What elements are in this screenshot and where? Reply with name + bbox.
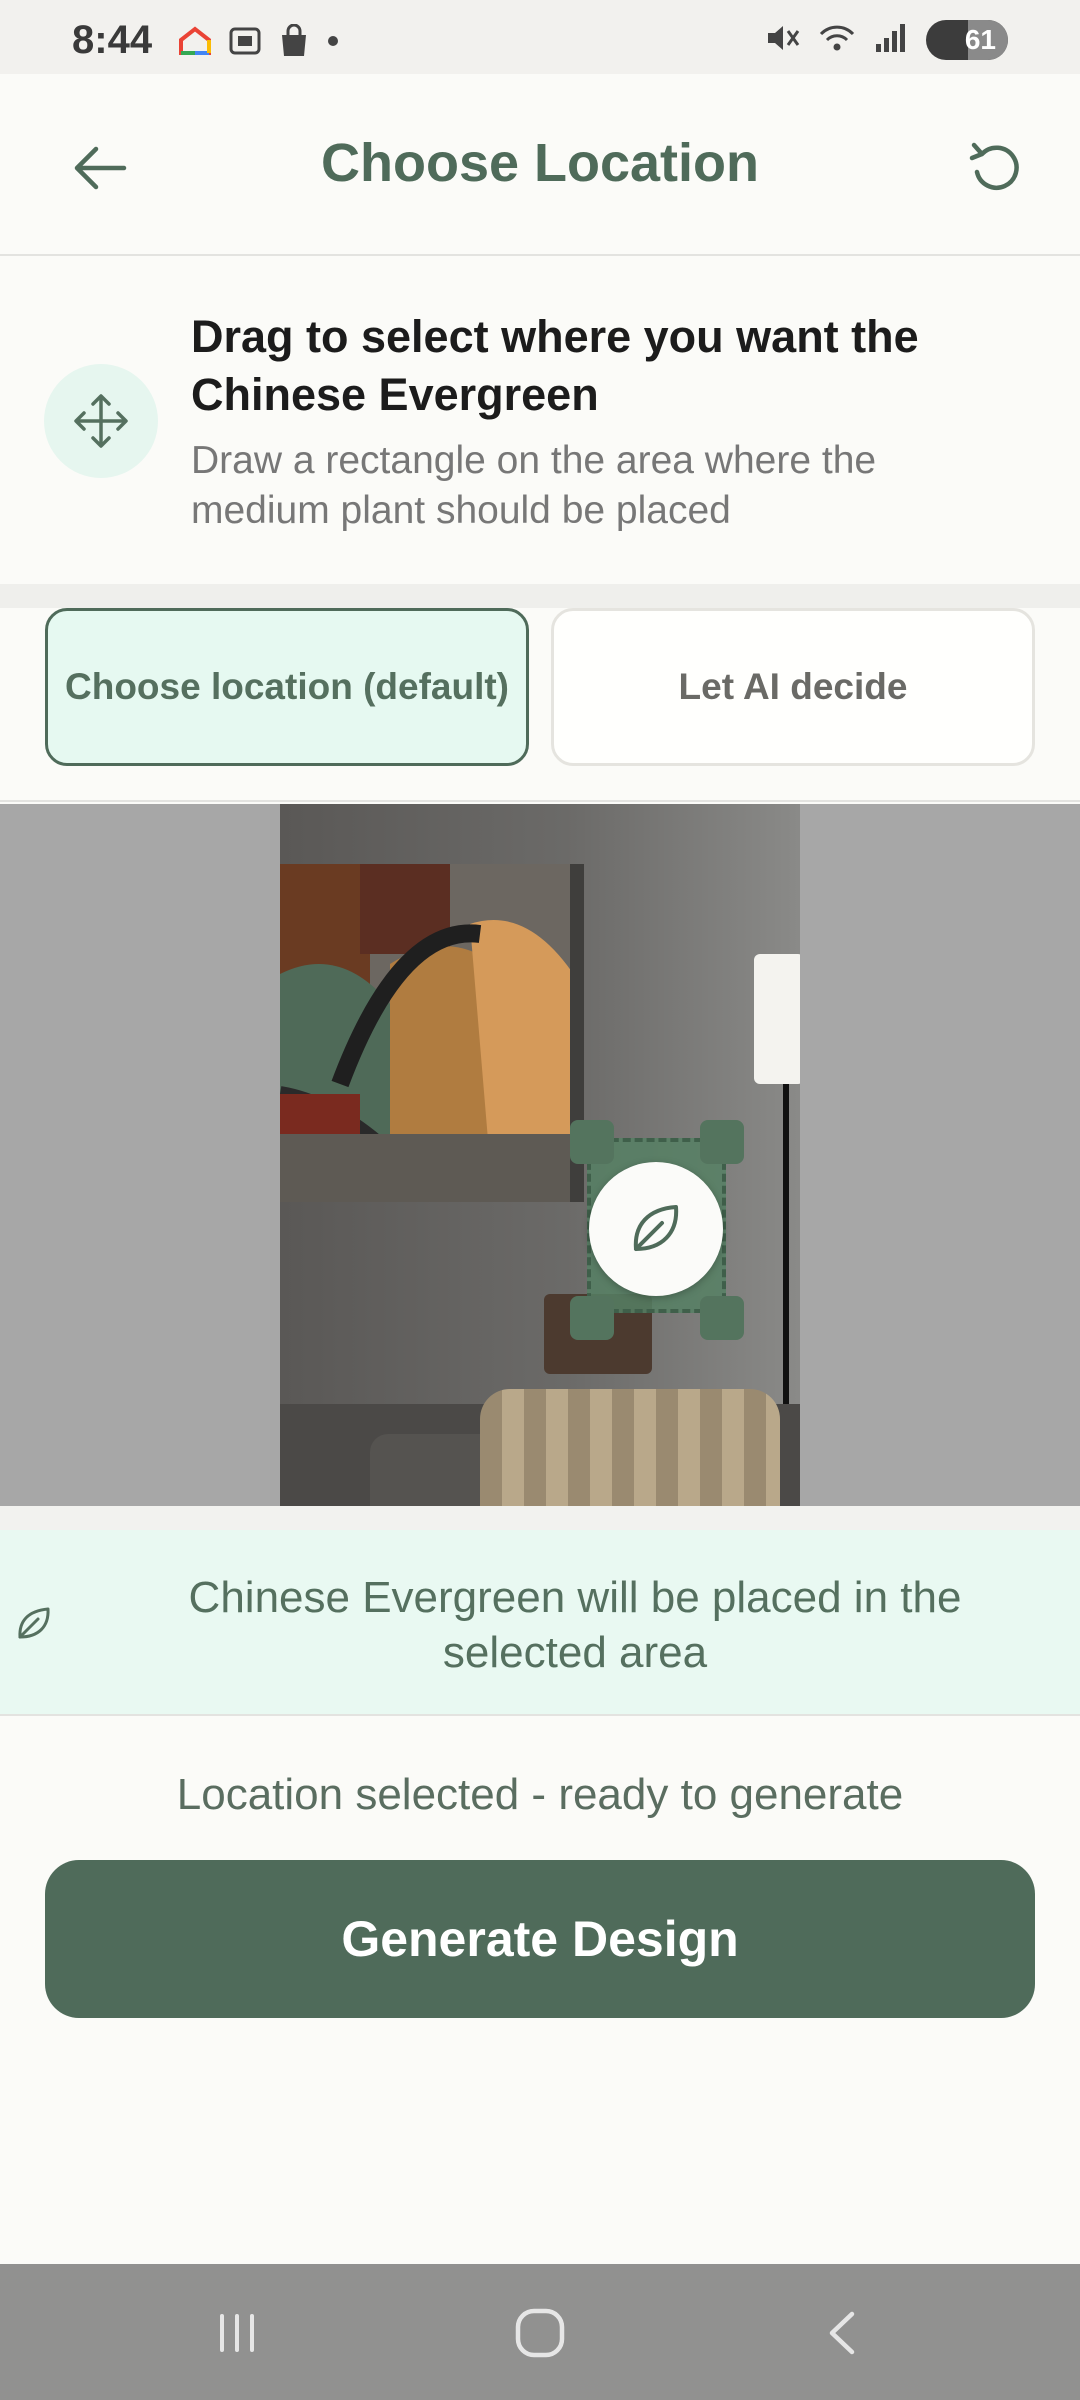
resize-handle-bottom-right[interactable] (700, 1296, 744, 1340)
image-canvas[interactable] (0, 804, 1080, 1506)
lamp (754, 954, 800, 1084)
instruction-title: Drag to select where you want the Chines… (191, 311, 919, 420)
home-icon (515, 2308, 565, 2358)
shopping-bag-icon (278, 23, 310, 63)
info-text: Chinese Evergreen will be placed in the … (188, 1573, 962, 1677)
status-right-icons: 61 (764, 20, 1008, 60)
system-nav-bar (0, 2264, 1080, 2400)
google-home-icon (178, 26, 212, 61)
battery-icon: 61 (926, 20, 1008, 60)
refresh-icon (969, 142, 1019, 190)
screenshot-icon (228, 25, 262, 62)
back-icon (829, 2311, 855, 2355)
signal-icon (874, 22, 908, 59)
info-banner: Chinese Evergreen will be placed in the … (0, 1530, 1080, 1716)
blanket (480, 1389, 780, 1506)
choose-location-button[interactable]: Choose location (default) (45, 608, 529, 766)
status-time: 8:44 (72, 18, 153, 62)
refresh-button[interactable] (960, 132, 1032, 204)
selection-status: Location selected - ready to generate (176, 1770, 904, 1819)
let-ai-decide-button[interactable]: Let AI decide (551, 608, 1035, 766)
generate-design-button[interactable]: Generate Design (45, 1860, 1035, 2018)
recents-button[interactable] (202, 2298, 272, 2368)
painting (280, 864, 584, 1202)
mode-toggle: Choose location (default) Let AI decide (0, 608, 1080, 802)
resize-handle-top-left[interactable] (570, 1120, 614, 1164)
resize-handle-bottom-left[interactable] (570, 1296, 614, 1340)
plant-marker[interactable] (589, 1162, 723, 1296)
divider (0, 584, 1080, 608)
leaf-icon (633, 1205, 679, 1251)
instruction-subtitle: Draw a rectangle on the area where the m… (191, 439, 877, 532)
status-left-icons (178, 23, 340, 63)
battery-level: 61 (964, 24, 996, 55)
home-button[interactable] (505, 2298, 575, 2368)
wifi-icon (818, 22, 856, 59)
leaf-icon (18, 1607, 50, 1639)
page-title: Choose Location (320, 133, 759, 193)
app-header: Choose Location (0, 74, 1080, 256)
move-icon-badge (44, 364, 158, 478)
resize-handle-top-right[interactable] (700, 1120, 744, 1164)
move-icon (74, 394, 128, 448)
status-bar: 8:44 61 (0, 0, 1080, 74)
divider (0, 1506, 1080, 1530)
mute-icon (764, 21, 800, 60)
back-nav-button[interactable] (808, 2298, 878, 2368)
instruction-card: Drag to select where you want the Chines… (0, 258, 1080, 584)
dot-icon (326, 34, 340, 53)
recents-icon (220, 2314, 254, 2352)
